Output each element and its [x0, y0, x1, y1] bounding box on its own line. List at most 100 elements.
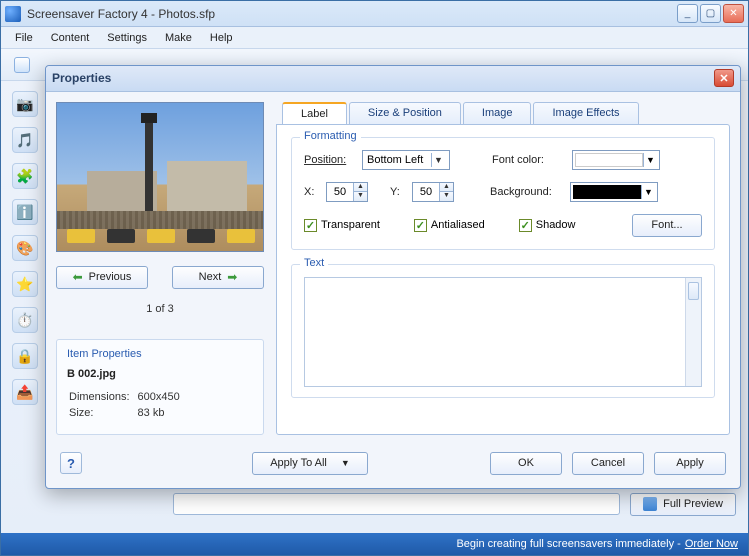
statusbar: Begin creating full screensavers immedia…	[1, 533, 748, 555]
check-icon: ✓	[519, 219, 532, 232]
arrow-right-icon: ➡	[227, 270, 237, 284]
font-button[interactable]: Font...	[632, 214, 702, 237]
rail-export-icon[interactable]: 📤	[12, 379, 38, 405]
bottom-bar: Full Preview	[173, 487, 736, 521]
cancel-label: Cancel	[591, 457, 625, 469]
fontcolor-select[interactable]: ▼	[572, 150, 660, 170]
menu-settings[interactable]: Settings	[99, 30, 155, 46]
rail-time-icon[interactable]: ⏱️	[12, 307, 38, 333]
menu-file[interactable]: File	[7, 30, 41, 46]
minimize-button[interactable]: _	[677, 4, 698, 23]
x-spinner[interactable]: ▲▼	[353, 183, 367, 201]
y-input[interactable]: ▲▼	[412, 182, 454, 202]
apply-to-all-label: Apply To All	[270, 457, 327, 469]
dialog-titlebar: Properties ✕	[46, 66, 740, 92]
rail-info-icon[interactable]: ℹ️	[12, 199, 38, 225]
tab-image[interactable]: Image	[463, 102, 532, 124]
item-properties-table: Dimensions:600x450 Size:83 kb	[67, 388, 188, 422]
dialog-close-button[interactable]: ✕	[714, 69, 734, 87]
nav-row: ⬅ Previous Next ➡	[56, 266, 264, 289]
apply-button[interactable]: Apply	[654, 452, 726, 475]
previous-label: Previous	[89, 271, 132, 283]
help-button[interactable]: ?	[60, 452, 82, 474]
titlebar: Screensaver Factory 4 - Photos.sfp _ ▢ ✕	[1, 1, 748, 27]
left-rail: 📷 🎵 🧩 ℹ️ 🎨 ⭐ ⏱️ 🔒 📤	[7, 91, 43, 405]
x-input[interactable]: ▲▼	[326, 182, 368, 202]
ok-label: OK	[518, 457, 534, 469]
item-properties-header: Item Properties	[67, 348, 253, 360]
arrow-left-icon: ⬅	[73, 270, 83, 284]
x-value[interactable]	[327, 186, 353, 198]
scrollbar-thumb[interactable]	[688, 282, 699, 300]
x-label: X:	[304, 186, 318, 198]
spin-down-icon[interactable]: ▼	[354, 192, 367, 201]
spin-down-icon[interactable]: ▼	[440, 192, 453, 201]
app-window: Screensaver Factory 4 - Photos.sfp _ ▢ ✕…	[0, 0, 749, 556]
close-button[interactable]: ✕	[723, 4, 744, 23]
prop-key: Dimensions:	[69, 390, 136, 404]
tab-size-position[interactable]: Size & Position	[349, 102, 461, 124]
y-value[interactable]	[413, 186, 439, 198]
tab-image-effects[interactable]: Image Effects	[533, 102, 638, 124]
tabs: Label Size & Position Image Image Effect…	[282, 102, 730, 124]
label-text-textarea[interactable]	[304, 277, 702, 387]
antialiased-label: Antialiased	[431, 219, 485, 231]
y-spinner[interactable]: ▲▼	[439, 183, 453, 201]
properties-dialog: Properties ✕ ⬅ Previous Next ➡ 1 of 3 Item…	[45, 65, 741, 489]
chevron-down-icon: ▼	[643, 153, 657, 167]
position-label: Position:	[304, 154, 354, 166]
chevron-down-icon: ▼	[341, 458, 350, 468]
dialog-footer: ? Apply To All ▼ OK Cancel Apply	[46, 445, 740, 488]
toolbar-new[interactable]	[7, 53, 37, 77]
font-button-label: Font...	[651, 219, 682, 231]
order-now-link[interactable]: Order Now	[685, 538, 738, 550]
transparent-label: Transparent	[321, 219, 380, 231]
table-row: Dimensions:600x450	[69, 390, 186, 404]
next-label: Next	[199, 271, 222, 283]
previous-button[interactable]: ⬅ Previous	[56, 266, 148, 289]
rail-lock-icon[interactable]: 🔒	[12, 343, 38, 369]
chevron-down-icon: ▼	[641, 185, 655, 199]
shadow-checkbox[interactable]: ✓Shadow	[519, 219, 576, 232]
scrollbar[interactable]	[685, 278, 701, 386]
full-preview-button[interactable]: Full Preview	[630, 493, 736, 516]
dialog-left-pane: ⬅ Previous Next ➡ 1 of 3 Item Properties B…	[56, 102, 264, 435]
ok-button[interactable]: OK	[490, 452, 562, 475]
app-title: Screensaver Factory 4 - Photos.sfp	[27, 7, 675, 21]
antialiased-checkbox[interactable]: ✓ Antialiased	[414, 219, 485, 232]
full-preview-label: Full Preview	[663, 498, 723, 510]
position-select[interactable]: Bottom Left▼	[362, 150, 450, 170]
image-preview	[56, 102, 264, 252]
next-button[interactable]: Next ➡	[172, 266, 264, 289]
menu-help[interactable]: Help	[202, 30, 241, 46]
maximize-button[interactable]: ▢	[700, 4, 721, 23]
spin-up-icon[interactable]: ▲	[354, 183, 367, 192]
cancel-button[interactable]: Cancel	[572, 452, 644, 475]
rail-layers-icon[interactable]: 🧩	[12, 163, 38, 189]
output-path-field[interactable]	[173, 493, 620, 515]
status-text: Begin creating full screensavers immedia…	[456, 538, 680, 550]
prop-val: 600x450	[138, 390, 186, 404]
fontcolor-label: Font color:	[492, 154, 564, 166]
tab-panel-label: Formatting Position: Bottom Left▼ Font c…	[276, 124, 730, 435]
menu-make[interactable]: Make	[157, 30, 200, 46]
item-properties-box: Item Properties B 002.jpg Dimensions:600…	[56, 339, 264, 435]
rail-camera-icon[interactable]: 📷	[12, 91, 38, 117]
transparent-checkbox[interactable]: ✓Transparent	[304, 219, 380, 232]
text-legend: Text	[300, 257, 328, 269]
prop-val: 83 kb	[138, 406, 186, 420]
menu-content[interactable]: Content	[43, 30, 98, 46]
dialog-right-pane: Label Size & Position Image Image Effect…	[276, 102, 730, 435]
rail-star-icon[interactable]: ⭐	[12, 271, 38, 297]
formatting-fieldset: Formatting Position: Bottom Left▼ Font c…	[291, 137, 715, 250]
background-select[interactable]: ▼	[570, 182, 658, 202]
tab-label[interactable]: Label	[282, 102, 347, 124]
spin-up-icon[interactable]: ▲	[440, 183, 453, 192]
document-icon	[14, 57, 30, 73]
apply-to-all-button[interactable]: Apply To All ▼	[252, 452, 368, 475]
check-icon: ✓	[414, 219, 427, 232]
rail-music-icon[interactable]: 🎵	[12, 127, 38, 153]
page-counter: 1 of 3	[56, 303, 264, 315]
monitor-icon	[643, 497, 657, 511]
rail-paint-icon[interactable]: 🎨	[12, 235, 38, 261]
